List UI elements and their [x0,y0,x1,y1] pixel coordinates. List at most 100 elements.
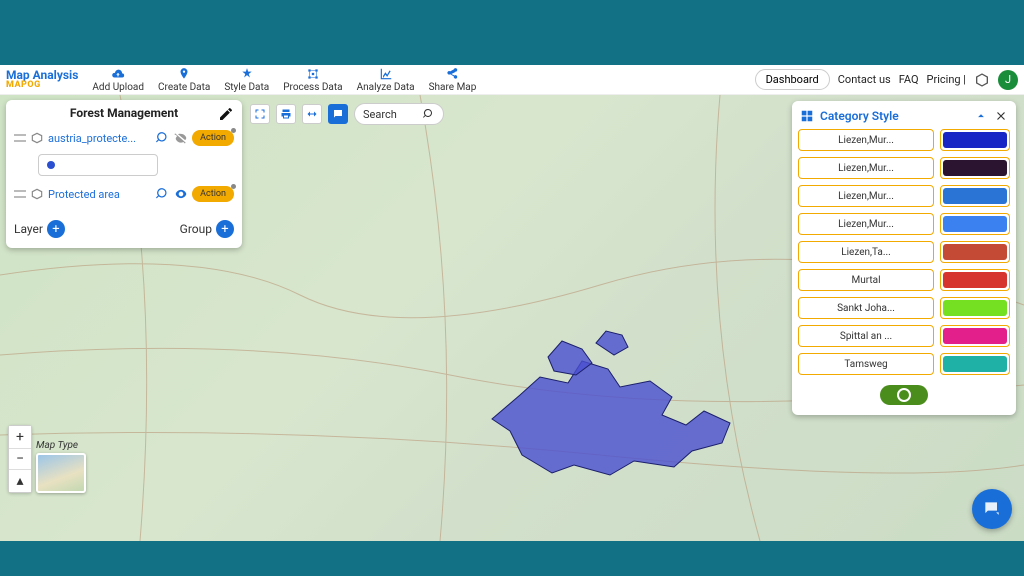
category-row: Murtal [798,269,1010,291]
category-name[interactable]: Liezen,Mur... [798,185,934,207]
category-panel-title: Category Style [820,109,968,123]
category-color-picker[interactable] [940,297,1010,319]
category-color-picker[interactable] [940,185,1010,207]
category-color-picker[interactable] [940,129,1010,151]
zoom-to-layer-icon[interactable] [156,187,170,201]
category-name[interactable]: Liezen,Mur... [798,157,934,179]
group-label: Group [180,222,212,236]
layer-name[interactable]: austria_protecte... [48,132,152,145]
zoom-out-button[interactable]: − [9,448,31,470]
collapse-icon[interactable] [974,109,988,123]
nav-analyze-data[interactable]: Analyze Data [353,67,419,93]
pricing-link[interactable]: Pricing | [927,73,966,86]
category-row: Tamsweg [798,353,1010,375]
add-layer-button[interactable]: + [47,220,65,238]
close-icon[interactable] [994,109,1008,123]
analyze-icon [379,67,393,81]
zoom-home-button[interactable]: ▴ [9,470,31,492]
category-name[interactable]: Sankt Joha... [798,297,934,319]
polygon-icon [30,131,44,145]
category-color-picker[interactable] [940,325,1010,347]
zoom-to-layer-icon[interactable] [156,131,170,145]
chat-icon [982,499,1002,519]
layer-row: austria_protecte... Action [14,126,234,150]
apply-style-button[interactable] [880,385,928,405]
user-avatar[interactable]: J [998,70,1018,90]
style-icon [240,67,254,81]
category-row: Liezen,Mur... [798,213,1010,235]
layer-label: Layer [14,222,43,236]
share-icon [445,67,459,81]
fullscreen-icon[interactable] [250,104,270,124]
apps-icon[interactable] [974,72,990,88]
search-button[interactable]: Search [354,103,444,125]
category-color-picker[interactable] [940,269,1010,291]
layer-action-button[interactable]: Action [192,130,234,146]
nav-label: Create Data [158,82,210,93]
nav-create-data[interactable]: Create Data [154,67,214,93]
nav-add-upload[interactable]: Add Upload [88,67,148,93]
nav-label: Style Data [224,82,269,93]
category-row: Spittal an ... [798,325,1010,347]
category-color-picker[interactable] [940,213,1010,235]
category-color-picker[interactable] [940,353,1010,375]
visibility-toggle-icon[interactable] [174,131,188,145]
nav-label: Analyze Data [357,82,415,93]
comment-icon[interactable] [328,104,348,124]
topbar: Map Analysis MAPOG Add Upload Create Data… [0,65,1024,95]
layer-style-swatch[interactable] [38,154,158,176]
share-position-icon[interactable] [302,104,322,124]
pin-icon [177,67,191,81]
add-group-button[interactable]: + [216,220,234,238]
contact-link[interactable]: Contact us [838,73,891,86]
nav-style-data[interactable]: Style Data [220,67,273,93]
map-type-selector[interactable] [36,453,86,493]
layers-panel: Forest Management austria_protecte...Act… [6,100,242,248]
app-root: Map Analysis MAPOG Add Upload Create Data… [0,65,1024,541]
map-canvas[interactable]: Forest Management austria_protecte...Act… [0,95,1024,541]
nav-process-data[interactable]: Process Data [279,67,346,93]
zoom-control: + − ▴ [8,425,32,493]
category-name[interactable]: Tamsweg [798,353,934,375]
category-row: Sankt Joha... [798,297,1010,319]
category-row: Liezen,Ta... [798,241,1010,263]
faq-link[interactable]: FAQ [899,73,919,86]
point-symbol-icon [47,161,55,169]
chat-fab[interactable] [972,489,1012,529]
category-style-panel: Category Style Liezen,Mur... Liezen,Mur..… [792,101,1016,415]
drag-handle-icon[interactable] [14,190,26,198]
zoom-in-button[interactable]: + [9,426,31,448]
grid-icon [800,109,814,123]
map-toolbar: Search [250,103,444,125]
search-icon [423,108,435,120]
search-label: Search [363,108,397,121]
brand-line-2: MAPOG [6,81,78,90]
category-name[interactable]: Liezen,Mur... [798,213,934,235]
nav-label: Share Map [429,82,477,93]
category-name[interactable]: Liezen,Ta... [798,241,934,263]
topbar-right: Dashboard Contact us FAQ Pricing | J [755,69,1018,90]
polygon-icon [30,187,44,201]
drag-handle-icon[interactable] [14,134,26,142]
nav-label: Process Data [283,82,342,93]
category-name[interactable]: Spittal an ... [798,325,934,347]
print-icon[interactable] [276,104,296,124]
category-row: Liezen,Mur... [798,185,1010,207]
nav-share-map[interactable]: Share Map [425,67,481,93]
visibility-toggle-icon[interactable] [174,187,188,201]
layer-row: Protected area Action [14,182,234,206]
category-color-picker[interactable] [940,241,1010,263]
layer-name[interactable]: Protected area [48,188,152,201]
map-type-label: Map Type [36,440,92,451]
edit-icon[interactable] [218,106,234,122]
main-nav: Add Upload Create Data Style Data Process D… [88,67,480,93]
category-name[interactable]: Murtal [798,269,934,291]
dashboard-button[interactable]: Dashboard [755,69,830,90]
cloud-upload-icon [111,67,125,81]
category-row: Liezen,Mur... [798,157,1010,179]
category-name[interactable]: Liezen,Mur... [798,129,934,151]
category-row: Liezen,Mur... [798,129,1010,151]
layer-action-button[interactable]: Action [192,186,234,202]
brand-logo[interactable]: Map Analysis MAPOG [6,69,78,90]
category-color-picker[interactable] [940,157,1010,179]
